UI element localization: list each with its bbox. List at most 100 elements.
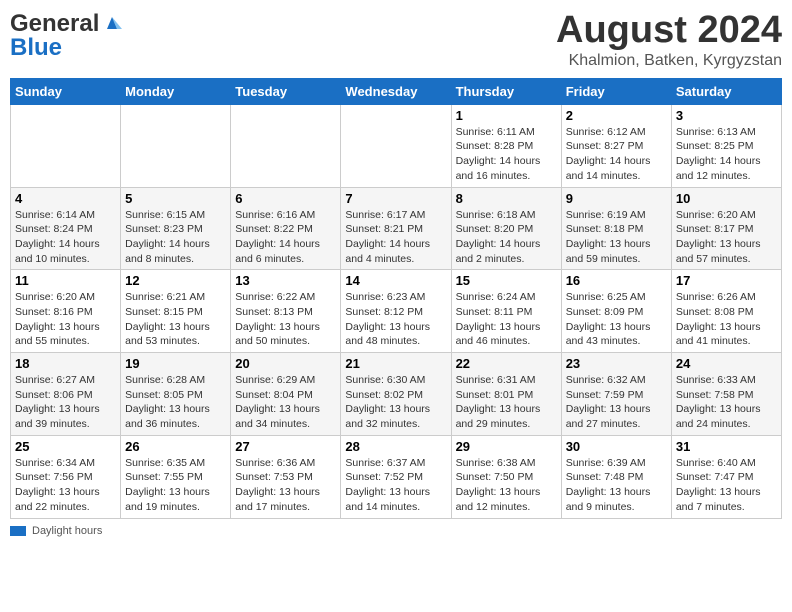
day-info: Sunrise: 6:18 AM Sunset: 8:20 PM Dayligh… [456,208,557,267]
day-number: 29 [456,439,557,454]
calendar-cell: 20 Sunrise: 6:29 AM Sunset: 8:04 PM Dayli… [231,353,341,436]
calendar-header-thursday: Thursday [451,78,561,104]
day-number: 26 [125,439,226,454]
day-info: Sunrise: 6:20 AM Sunset: 8:17 PM Dayligh… [676,208,777,267]
day-number: 18 [15,356,116,371]
calendar-cell [231,104,341,187]
day-number: 15 [456,273,557,288]
calendar-cell [341,104,451,187]
calendar-week-row: 4 Sunrise: 6:14 AM Sunset: 8:24 PM Daylig… [11,187,782,270]
calendar-cell: 10 Sunrise: 6:20 AM Sunset: 8:17 PM Dayli… [671,187,781,270]
logo: General Blue [10,10,123,62]
day-number: 8 [456,191,557,206]
calendar-cell: 29 Sunrise: 6:38 AM Sunset: 7:50 PM Dayli… [451,435,561,518]
calendar-cell: 23 Sunrise: 6:32 AM Sunset: 7:59 PM Dayli… [561,353,671,436]
day-info: Sunrise: 6:20 AM Sunset: 8:16 PM Dayligh… [15,290,116,349]
day-info: Sunrise: 6:21 AM Sunset: 8:15 PM Dayligh… [125,290,226,349]
calendar-cell: 2 Sunrise: 6:12 AM Sunset: 8:27 PM Daylig… [561,104,671,187]
calendar-header-saturday: Saturday [671,78,781,104]
day-info: Sunrise: 6:30 AM Sunset: 8:02 PM Dayligh… [345,373,446,432]
calendar-cell: 18Sunrise: 6:27 AM Sunset: 8:06 PM Dayli… [11,353,121,436]
day-number: 5 [125,191,226,206]
day-info: Sunrise: 6:13 AM Sunset: 8:25 PM Dayligh… [676,125,777,184]
calendar-cell [11,104,121,187]
logo-blue-text: Blue [10,34,62,61]
calendar-week-row: 11 Sunrise: 6:20 AM Sunset: 8:16 PM Dayli… [11,270,782,353]
calendar-cell [121,104,231,187]
day-number: 12 [125,273,226,288]
calendar-header-friday: Friday [561,78,671,104]
calendar-header-tuesday: Tuesday [231,78,341,104]
day-info: Sunrise: 6:37 AM Sunset: 7:52 PM Dayligh… [345,456,446,515]
page-header: General Blue August 2024 Khalmion, Batke… [10,10,782,70]
calendar-cell: 17 Sunrise: 6:26 AM Sunset: 8:08 PM Dayli… [671,270,781,353]
calendar-week-row: 18Sunrise: 6:27 AM Sunset: 8:06 PM Dayli… [11,353,782,436]
calendar-cell: 25 Sunrise: 6:34 AM Sunset: 7:56 PM Dayli… [11,435,121,518]
day-number: 6 [235,191,336,206]
day-number: 20 [235,356,336,371]
day-info: Sunrise: 6:26 AM Sunset: 8:08 PM Dayligh… [676,290,777,349]
day-info: Sunrise: 6:14 AM Sunset: 8:24 PM Dayligh… [15,208,116,267]
day-number: 31 [676,439,777,454]
calendar-header-sunday: Sunday [11,78,121,104]
day-info: Sunrise: 6:22 AM Sunset: 8:13 PM Dayligh… [235,290,336,349]
day-number: 7 [345,191,446,206]
day-number: 9 [566,191,667,206]
day-info: Sunrise: 6:16 AM Sunset: 8:22 PM Dayligh… [235,208,336,267]
calendar-week-row: 25 Sunrise: 6:34 AM Sunset: 7:56 PM Dayli… [11,435,782,518]
day-info: Sunrise: 6:19 AM Sunset: 8:18 PM Dayligh… [566,208,667,267]
location-text: Khalmion, Batken, Kyrgyzstan [556,52,782,70]
calendar-cell: 8 Sunrise: 6:18 AM Sunset: 8:20 PM Daylig… [451,187,561,270]
calendar-cell: 24 Sunrise: 6:33 AM Sunset: 7:58 PM Dayli… [671,353,781,436]
calendar-cell: 31Sunrise: 6:40 AM Sunset: 7:47 PM Dayli… [671,435,781,518]
calendar-cell: 5Sunrise: 6:15 AM Sunset: 8:23 PM Daylig… [121,187,231,270]
calendar-table: SundayMondayTuesdayWednesdayThursdayFrid… [10,78,782,519]
day-number: 13 [235,273,336,288]
calendar-cell: 6 Sunrise: 6:16 AM Sunset: 8:22 PM Daylig… [231,187,341,270]
day-number: 23 [566,356,667,371]
day-number: 3 [676,108,777,123]
calendar-cell: 26 Sunrise: 6:35 AM Sunset: 7:55 PM Dayli… [121,435,231,518]
calendar-cell: 15 Sunrise: 6:24 AM Sunset: 8:11 PM Dayli… [451,270,561,353]
day-info: Sunrise: 6:39 AM Sunset: 7:48 PM Dayligh… [566,456,667,515]
calendar-cell: 3 Sunrise: 6:13 AM Sunset: 8:25 PM Daylig… [671,104,781,187]
calendar-cell: 14Sunrise: 6:23 AM Sunset: 8:12 PM Dayli… [341,270,451,353]
day-number: 25 [15,439,116,454]
month-title: August 2024 [556,10,782,52]
calendar-cell: 21 Sunrise: 6:30 AM Sunset: 8:02 PM Dayli… [341,353,451,436]
day-info: Sunrise: 6:32 AM Sunset: 7:59 PM Dayligh… [566,373,667,432]
logo-icon [101,11,123,33]
title-block: August 2024 Khalmion, Batken, Kyrgyzstan [556,10,782,70]
day-info: Sunrise: 6:24 AM Sunset: 8:11 PM Dayligh… [456,290,557,349]
day-info: Sunrise: 6:12 AM Sunset: 8:27 PM Dayligh… [566,125,667,184]
day-info: Sunrise: 6:31 AM Sunset: 8:01 PM Dayligh… [456,373,557,432]
day-number: 21 [345,356,446,371]
calendar-cell: 16 Sunrise: 6:25 AM Sunset: 8:09 PM Dayli… [561,270,671,353]
day-info: Sunrise: 6:17 AM Sunset: 8:21 PM Dayligh… [345,208,446,267]
day-number: 10 [676,191,777,206]
calendar-header-monday: Monday [121,78,231,104]
day-number: 16 [566,273,667,288]
day-info: Sunrise: 6:25 AM Sunset: 8:09 PM Dayligh… [566,290,667,349]
daylight-label: Daylight hours [32,525,102,537]
calendar-cell: 19Sunrise: 6:28 AM Sunset: 8:05 PM Dayli… [121,353,231,436]
day-number: 17 [676,273,777,288]
calendar-cell: 9 Sunrise: 6:19 AM Sunset: 8:18 PM Daylig… [561,187,671,270]
day-info: Sunrise: 6:38 AM Sunset: 7:50 PM Dayligh… [456,456,557,515]
day-info: Sunrise: 6:34 AM Sunset: 7:56 PM Dayligh… [15,456,116,515]
calendar-footer: Daylight hours [10,525,782,537]
day-info: Sunrise: 6:33 AM Sunset: 7:58 PM Dayligh… [676,373,777,432]
calendar-cell: 30Sunrise: 6:39 AM Sunset: 7:48 PM Dayli… [561,435,671,518]
day-number: 24 [676,356,777,371]
day-number: 4 [15,191,116,206]
day-info: Sunrise: 6:35 AM Sunset: 7:55 PM Dayligh… [125,456,226,515]
day-number: 22 [456,356,557,371]
day-number: 28 [345,439,446,454]
day-number: 2 [566,108,667,123]
daylight-legend-box [10,526,26,536]
calendar-cell: 11 Sunrise: 6:20 AM Sunset: 8:16 PM Dayli… [11,270,121,353]
day-info: Sunrise: 6:36 AM Sunset: 7:53 PM Dayligh… [235,456,336,515]
day-number: 11 [15,273,116,288]
day-info: Sunrise: 6:28 AM Sunset: 8:05 PM Dayligh… [125,373,226,432]
day-info: Sunrise: 6:29 AM Sunset: 8:04 PM Dayligh… [235,373,336,432]
